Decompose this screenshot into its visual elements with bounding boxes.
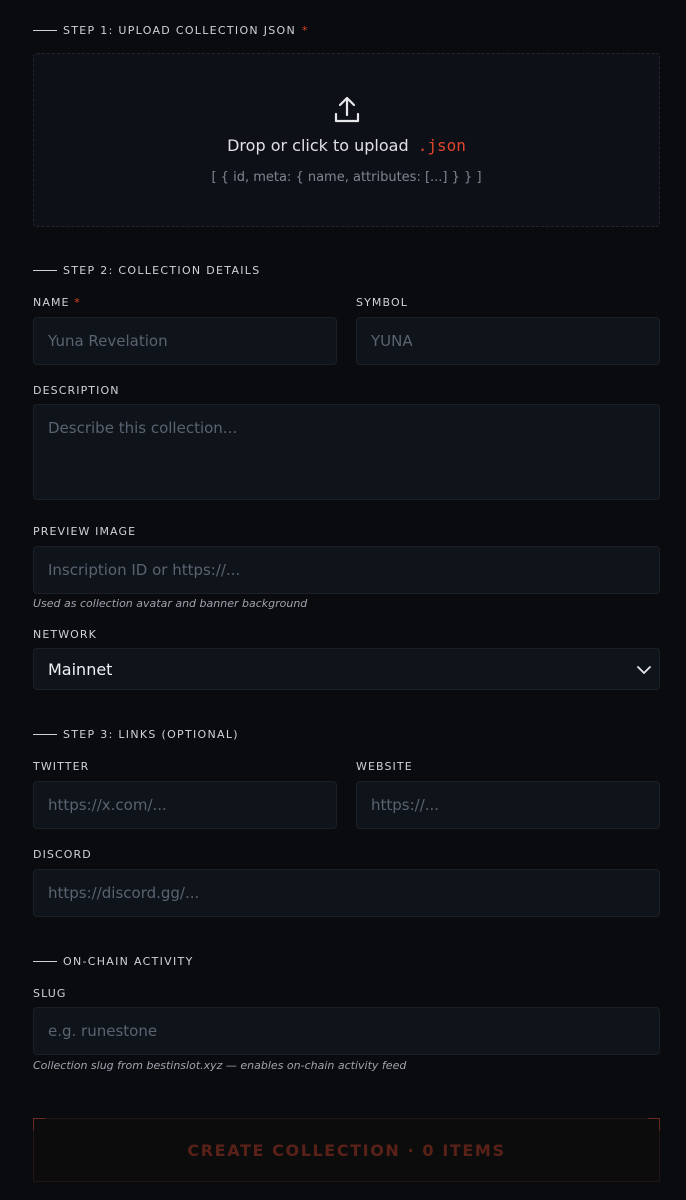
twitter-placeholder: https://x.com/... <box>48 796 167 814</box>
website-input[interactable]: https://... <box>356 781 660 829</box>
step2-heading-text: STEP 2: COLLECTION DETAILS <box>63 264 261 277</box>
discord-label: DISCORD <box>33 848 92 861</box>
preview-image-placeholder: Inscription ID or https://... <box>48 561 241 579</box>
section-dash <box>33 270 57 271</box>
step1-heading: STEP 1: UPLOAD COLLECTION JSON * <box>33 24 309 37</box>
upload-title-text: Drop or click to upload <box>227 136 409 155</box>
upload-icon <box>334 96 360 123</box>
website-label: WEBSITE <box>356 760 413 773</box>
network-selected: Mainnet <box>48 659 113 679</box>
corner-accent <box>648 1118 660 1130</box>
step3-heading: STEP 3: LINKS (OPTIONAL) <box>33 728 239 741</box>
website-placeholder: https://... <box>371 796 440 814</box>
chevron-down-icon <box>637 666 651 674</box>
description-textarea[interactable]: Describe this collection... <box>33 404 660 500</box>
network-select[interactable]: Mainnet <box>33 648 660 690</box>
twitter-input[interactable]: https://x.com/... <box>33 781 337 829</box>
required-mark: * <box>302 24 309 37</box>
slug-placeholder: e.g. runestone <box>48 1022 158 1040</box>
symbol-input[interactable]: YUNA <box>356 317 660 365</box>
symbol-label: SYMBOL <box>356 296 408 309</box>
preview-image-label: PREVIEW IMAGE <box>33 525 137 538</box>
description-placeholder: Describe this collection... <box>48 419 238 437</box>
upload-format-hint: [ { id, meta: { name, attributes: [...] … <box>211 170 482 185</box>
slug-label: SLUG <box>33 987 67 1000</box>
slug-input[interactable]: e.g. runestone <box>33 1007 660 1055</box>
json-upload-dropzone[interactable]: Drop or click to upload .json [ { id, me… <box>33 53 660 227</box>
corner-accent <box>33 1118 45 1130</box>
upload-title: Drop or click to upload .json <box>34 136 659 155</box>
step2-heading: STEP 2: COLLECTION DETAILS <box>33 264 261 277</box>
step3-heading-text: STEP 3: LINKS (OPTIONAL) <box>63 728 239 741</box>
section-dash <box>33 30 57 31</box>
name-label: NAME * <box>33 296 81 309</box>
symbol-placeholder: YUNA <box>371 332 413 350</box>
network-label: NETWORK <box>33 628 97 641</box>
twitter-label: TWITTER <box>33 760 90 773</box>
name-placeholder: Yuna Revelation <box>48 332 168 350</box>
name-input[interactable]: Yuna Revelation <box>33 317 337 365</box>
onchain-heading: ON-CHAIN ACTIVITY <box>33 955 194 968</box>
discord-input[interactable]: https://discord.gg/... <box>33 869 660 917</box>
preview-image-input[interactable]: Inscription ID or https://... <box>33 546 660 594</box>
preview-image-hint: Used as collection avatar and banner bac… <box>33 597 308 610</box>
onchain-heading-text: ON-CHAIN ACTIVITY <box>63 955 194 968</box>
section-dash <box>33 961 57 962</box>
slug-hint: Collection slug from bestinslot.xyz — en… <box>33 1059 407 1072</box>
create-collection-button[interactable]: CREATE COLLECTION · 0 ITEMS <box>33 1118 660 1182</box>
upload-extension: .json <box>417 136 466 155</box>
discord-placeholder: https://discord.gg/... <box>48 884 200 902</box>
create-collection-label: CREATE COLLECTION · 0 ITEMS <box>187 1140 506 1160</box>
description-label: DESCRIPTION <box>33 384 120 397</box>
step1-heading-text: STEP 1: UPLOAD COLLECTION JSON <box>63 24 297 37</box>
required-mark: * <box>74 296 81 309</box>
section-dash <box>33 734 57 735</box>
name-label-text: NAME <box>33 296 70 309</box>
